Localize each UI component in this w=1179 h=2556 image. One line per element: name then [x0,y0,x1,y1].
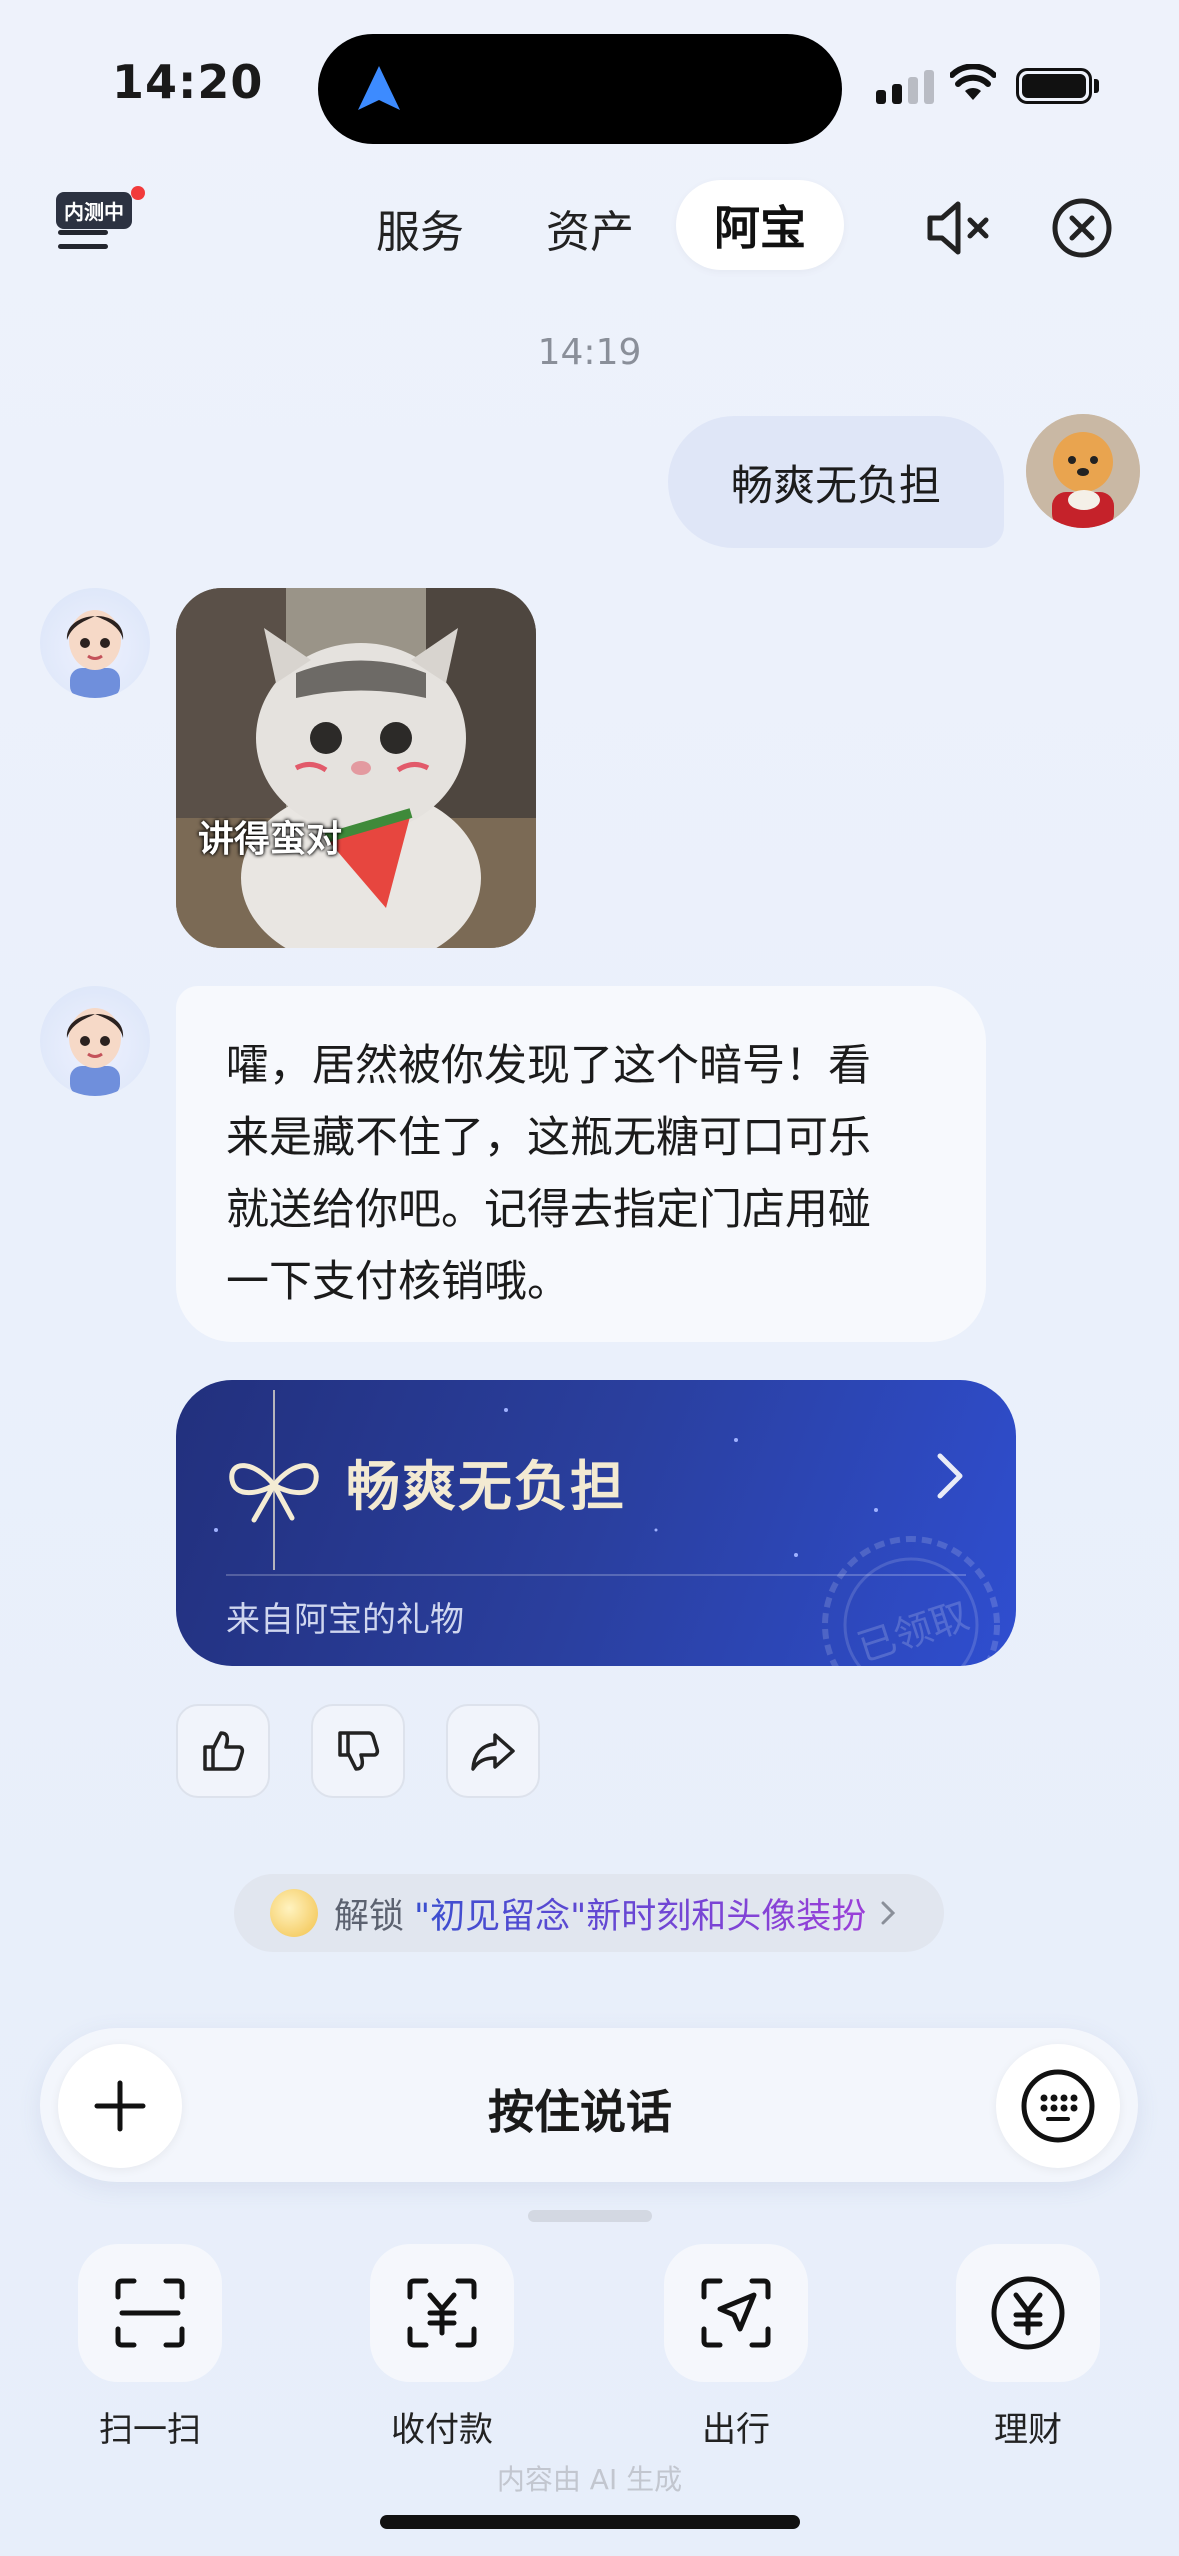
quick-action-finance[interactable]: 理财 [956,2244,1100,2451]
assistant-avatar[interactable] [40,588,150,698]
finance-icon [956,2244,1100,2382]
assistant-face-icon [66,610,124,698]
chevron-right-icon [881,1901,896,1925]
tab-services[interactable]: 服务 [376,196,464,260]
keyboard-button[interactable] [996,2044,1120,2168]
like-button[interactable] [176,1704,270,1798]
assistant-message-line: 来是藏不住了，这瓶无糖可口可乐 [226,1113,871,1163]
share-icon [471,1733,515,1771]
quick-action-payment[interactable]: 收付款 [370,2244,514,2451]
gift-card[interactable]: 畅爽无负担 来自阿宝的礼物 已领取 [176,1380,1016,1666]
add-button[interactable] [58,2044,182,2168]
hold-to-talk-button[interactable]: 按住说话 [300,2076,860,2142]
mute-icon[interactable] [924,196,992,260]
navigation-arrow-icon [358,66,400,110]
menu-icon[interactable] [58,230,108,258]
assistant-message-line: 就送给你吧。记得去指定门店用碰 [226,1185,871,1235]
badge-coin-icon [270,1889,318,1937]
keyboard-icon [1021,2069,1095,2143]
thumbs-down-icon [338,1731,380,1771]
quick-action-label: 理财 [994,2410,1062,2450]
quick-action-travel[interactable]: 出行 [664,2244,808,2451]
battery-cap [1094,79,1099,93]
user-avatar[interactable] [1026,414,1140,528]
plus-icon [94,2080,146,2132]
stamp-text: 已领取 [852,1593,974,1666]
tab-assets[interactable]: 资产 [546,196,634,260]
user-message-bubble[interactable]: 畅爽无负担 [668,416,1004,548]
cellular-signal-icon [876,70,934,104]
unlock-prefix: 解锁 [334,1896,405,1937]
wifi-icon [950,64,996,100]
tab-abao[interactable]: 阿宝 [676,180,844,270]
sticker-caption: 讲得蛮对 [198,819,343,860]
chat-timestamp: 14:19 [537,332,642,373]
quick-action-label: 收付款 [391,2410,493,2450]
beta-badge: 内测中 [56,192,132,229]
bow-icon [229,1390,319,1570]
unlock-highlight: "初见留念"新时刻和头像装扮 [414,1888,866,1939]
unlock-banner[interactable]: 解锁 "初见留念"新时刻和头像装扮 [234,1874,944,1952]
home-indicator[interactable] [380,2515,800,2529]
quick-action-label: 扫一扫 [99,2410,201,2450]
share-button[interactable] [446,1704,540,1798]
scan-icon [78,2244,222,2382]
status-time: 14:20 [112,55,264,109]
quick-action-label: 出行 [702,2410,770,2450]
gift-card-subtitle: 来自阿宝的礼物 [226,1600,464,1640]
sheet-grabber[interactable] [528,2210,652,2222]
assistant-message-line: 一下支付核销哦。 [226,1257,570,1307]
dog-avatar-icon [1026,414,1140,528]
assistant-message-bubble[interactable]: 嚯，居然被你发现了这个暗号！看 来是藏不住了，这瓶无糖可口可乐 就送给你吧。记得… [176,986,986,1342]
assistant-face-icon [66,1008,124,1096]
payment-icon [370,2244,514,2382]
notification-dot [131,186,145,200]
quick-action-scan[interactable]: 扫一扫 [78,2244,222,2451]
gift-card-title: 畅爽无负担 [346,1455,626,1518]
cat-sticker-image [176,588,536,948]
dislike-button[interactable] [311,1704,405,1798]
thumbs-up-icon [203,1731,245,1771]
claimed-stamp-icon: 已领取 [822,1536,1000,1666]
close-icon[interactable] [1050,196,1114,260]
travel-icon [664,2244,808,2382]
chevron-right-icon[interactable] [932,1450,968,1502]
assistant-message-line: 嚯，居然被你发现了这个暗号！看 [226,1041,871,1091]
ai-generated-note: 内容由 AI 生成 [496,2463,683,2496]
dynamic-island [318,34,842,144]
battery-icon [1016,68,1092,104]
cat-sticker[interactable]: 讲得蛮对 [176,588,536,948]
assistant-avatar[interactable] [40,986,150,1096]
